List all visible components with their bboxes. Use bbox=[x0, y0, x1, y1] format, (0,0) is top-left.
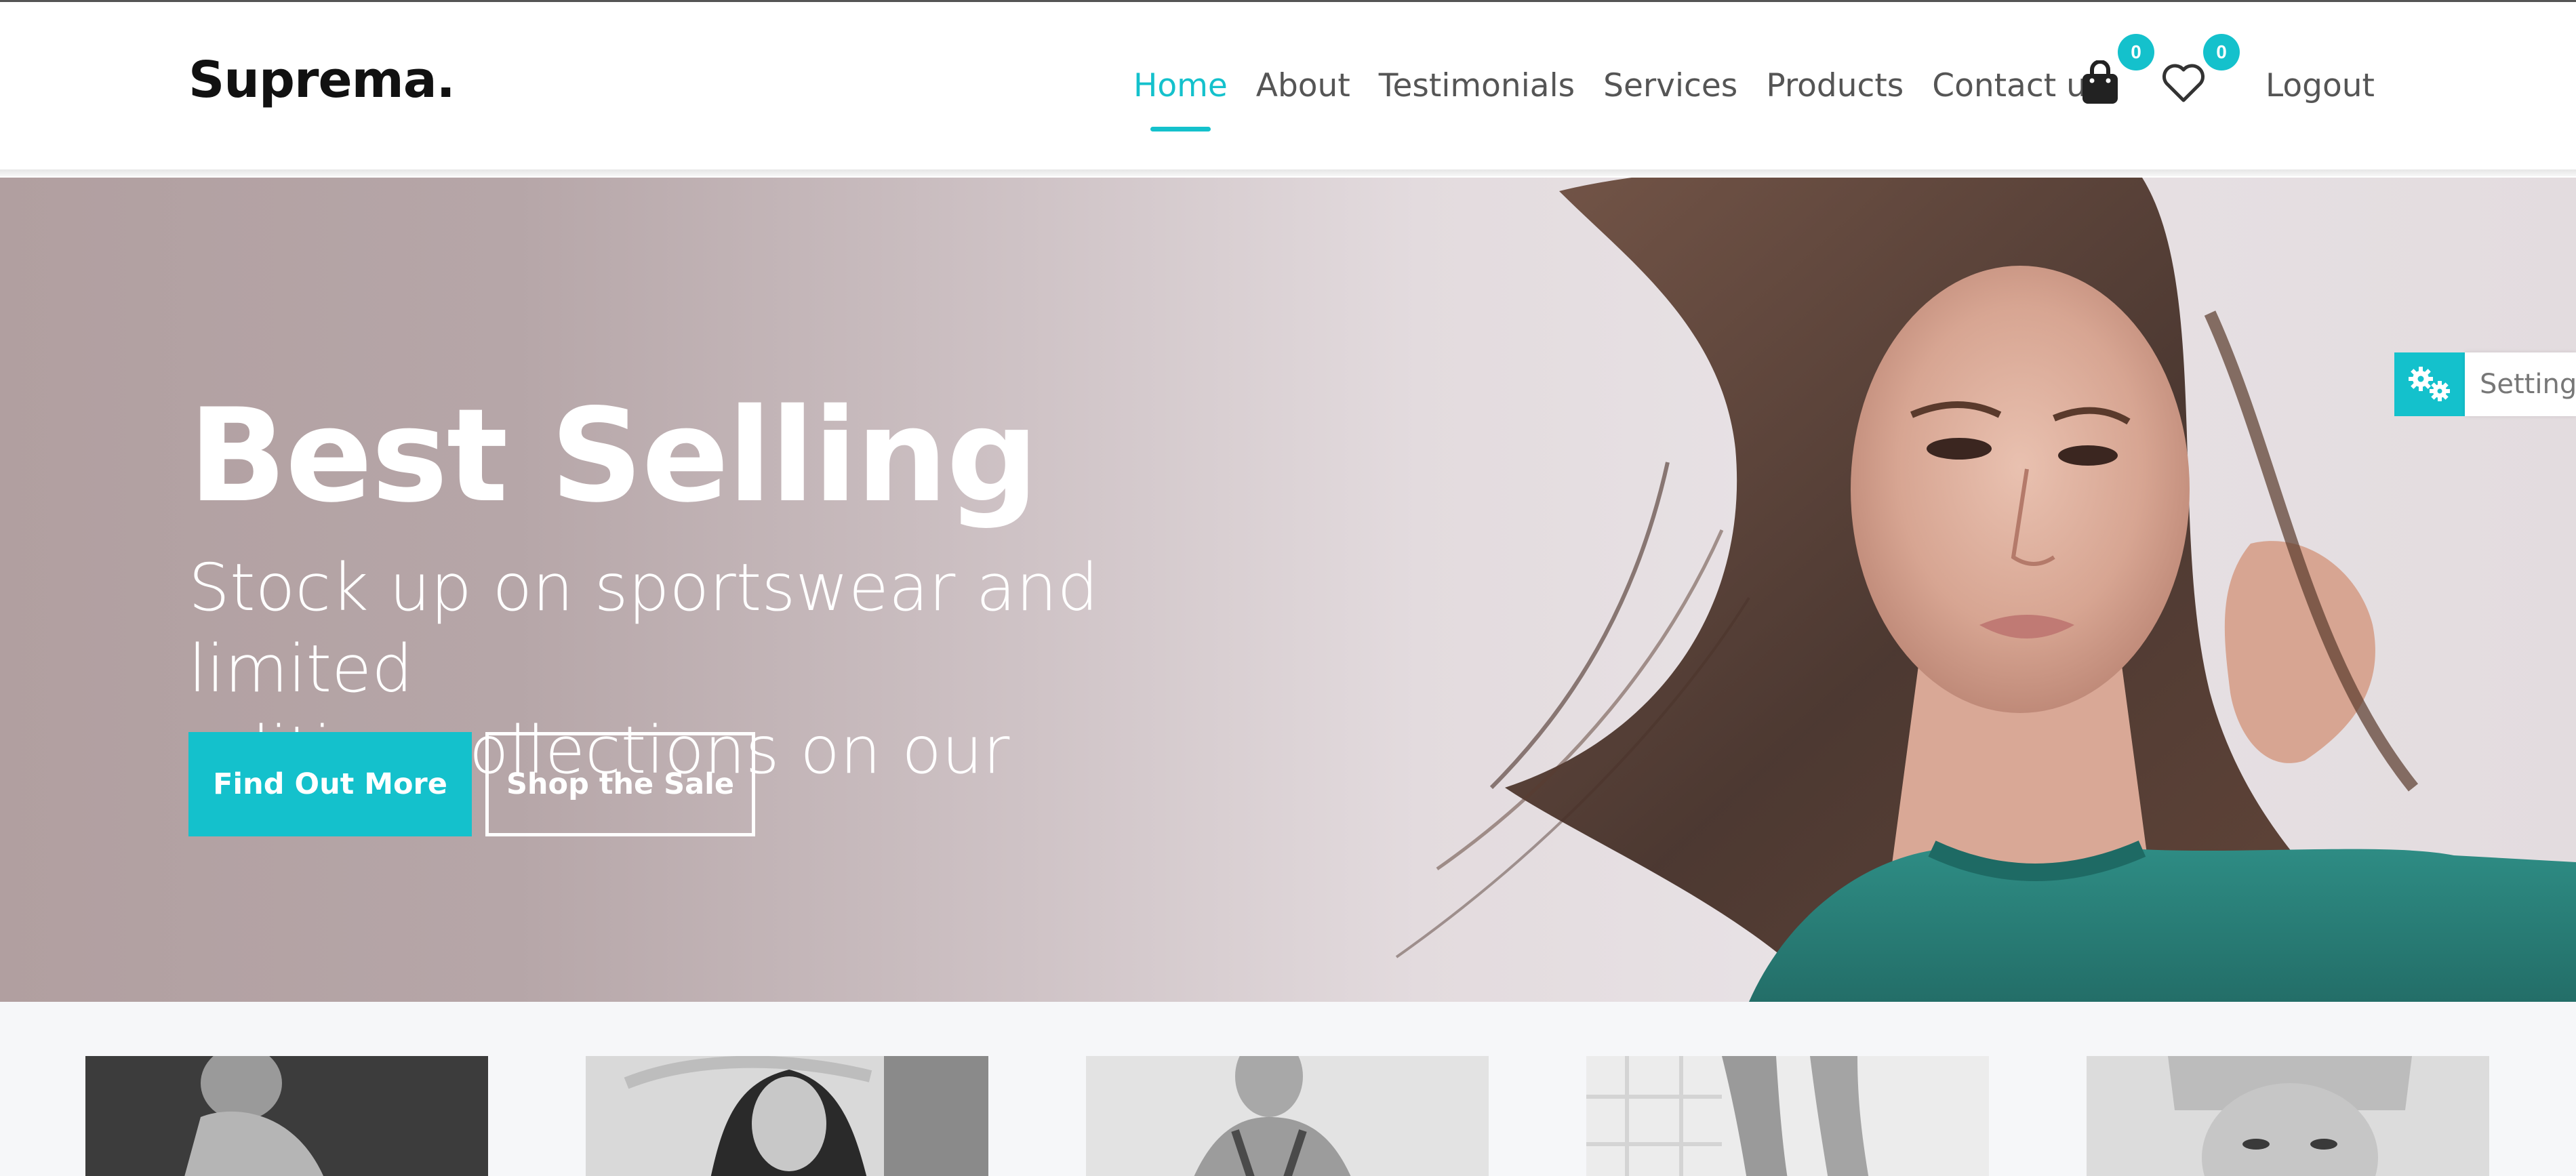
nav-item-testimonials[interactable]: Testimonials bbox=[1379, 67, 1575, 104]
nav-item-home[interactable]: Home bbox=[1133, 67, 1228, 131]
nav-item-about[interactable]: About bbox=[1256, 67, 1350, 104]
settings-label[interactable]: Settings bbox=[2465, 352, 2576, 416]
site-header: Suprema. Home About Testimonials Service… bbox=[0, 2, 2576, 173]
find-out-more-button[interactable]: Find Out More bbox=[188, 732, 472, 836]
nav-item-products[interactable]: Products bbox=[1766, 67, 1904, 104]
gallery-image-4[interactable] bbox=[1586, 1056, 1989, 1176]
heart-icon[interactable] bbox=[2161, 63, 2206, 104]
wishlist-count-badge: 0 bbox=[2203, 34, 2240, 70]
gears-icon[interactable] bbox=[2394, 352, 2465, 416]
header-divider bbox=[0, 169, 2576, 176]
shopping-bag-icon[interactable] bbox=[2080, 60, 2120, 105]
logout-link[interactable]: Logout bbox=[2266, 67, 2375, 104]
brand-logo[interactable]: Suprema. bbox=[188, 51, 456, 109]
nav-item-contact[interactable]: Contact us bbox=[1932, 67, 2103, 104]
gallery-image-3[interactable] bbox=[1086, 1056, 1489, 1176]
hero-subtitle-line-1: Stock up on sportswear and limited bbox=[188, 550, 1099, 707]
main-nav: Home About Testimonials Services Product… bbox=[1133, 67, 2131, 131]
gallery-image-1[interactable] bbox=[85, 1056, 488, 1176]
settings-tab[interactable]: Settings bbox=[2394, 352, 2576, 416]
product-gallery bbox=[0, 1002, 2576, 1176]
gallery-image-2[interactable] bbox=[586, 1056, 988, 1176]
gallery-image-5[interactable] bbox=[2087, 1056, 2489, 1176]
nav-item-services[interactable]: Services bbox=[1603, 67, 1737, 104]
shop-the-sale-button[interactable]: Shop the Sale bbox=[485, 732, 755, 836]
cart-count-badge: 0 bbox=[2118, 34, 2154, 70]
hero-title: Best Selling bbox=[188, 381, 1039, 531]
hero-model-image bbox=[1395, 178, 2576, 1002]
hero-banner: Best Selling Stock up on sportswear and … bbox=[0, 178, 2576, 1002]
